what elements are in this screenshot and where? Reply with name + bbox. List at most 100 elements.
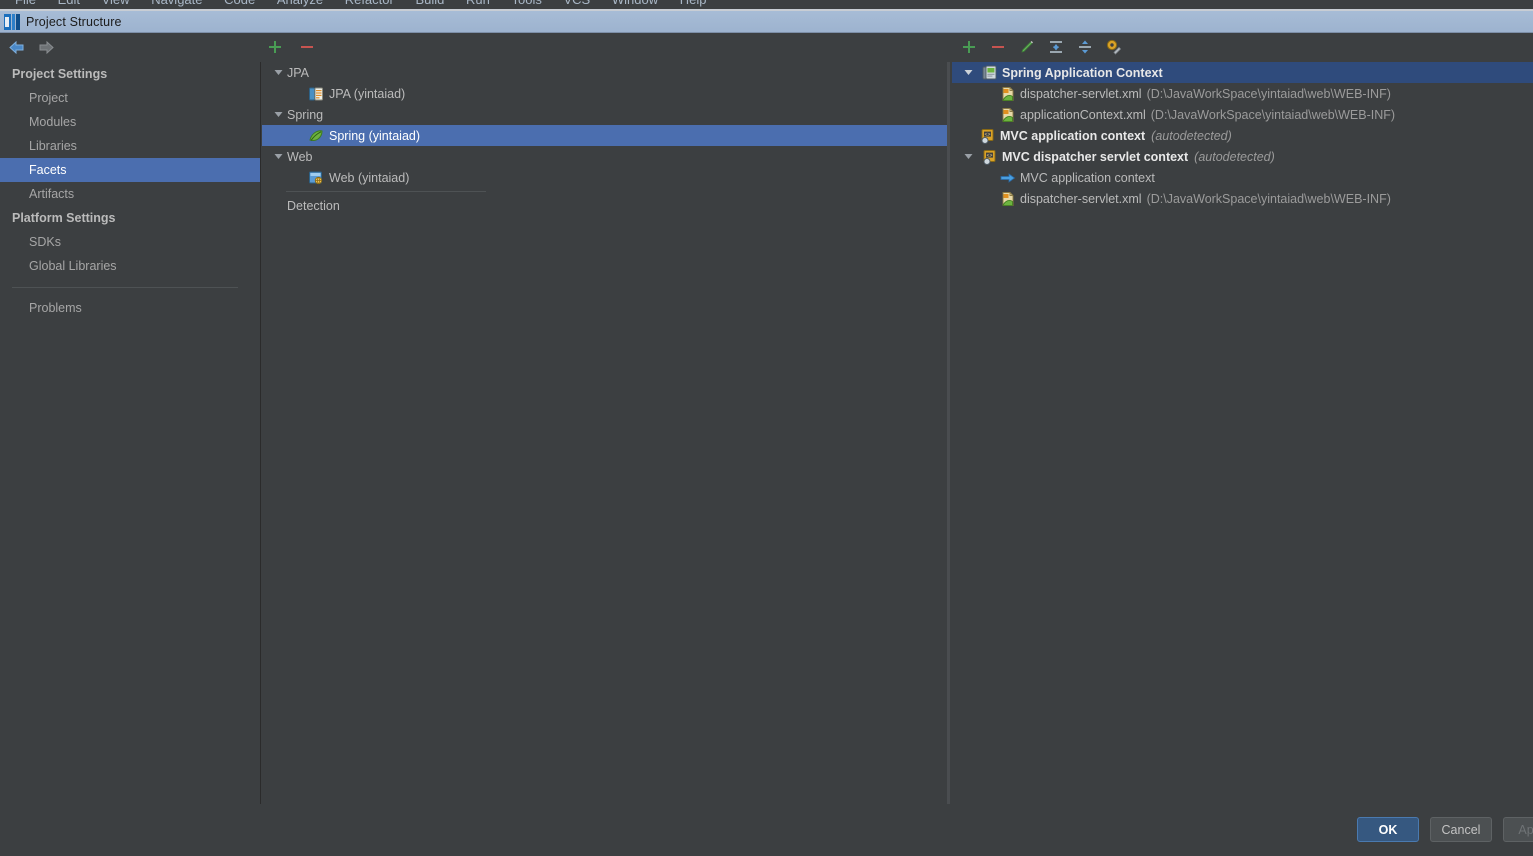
spring-xml-file-icon <box>1000 107 1016 123</box>
context-row-selected[interactable]: Spring Application Context <box>952 62 1533 83</box>
contexts-toolbar <box>959 37 1124 57</box>
context-name: MVC dispatcher servlet context <box>1002 149 1189 164</box>
toolbars-row <box>0 34 1533 62</box>
chevron-down-icon[interactable] <box>960 149 976 165</box>
sidebar-item-libraries[interactable]: Libraries <box>0 134 260 158</box>
facets-tree-divider <box>286 191 486 192</box>
facets-tree-panel: JPA JPA (yintaiad) Spring Spring (yintai… <box>262 62 949 804</box>
chevron-down-icon[interactable] <box>960 65 976 81</box>
sidebar-item-problems[interactable]: Problems <box>0 296 260 320</box>
cancel-button[interactable]: Cancel <box>1430 817 1492 842</box>
pencil-edit-icon[interactable] <box>1017 37 1037 57</box>
menu-view[interactable]: View <box>93 0 139 9</box>
menu-code[interactable]: Code <box>215 0 264 9</box>
sidebar-item-sdks[interactable]: SDKs <box>0 230 260 254</box>
context-name: dispatcher-servlet.xml <box>1020 191 1142 206</box>
sidebar-item-global-libraries[interactable]: Global Libraries <box>0 254 260 278</box>
sidebar-item-facets[interactable]: Facets <box>0 158 260 182</box>
apply-button[interactable]: Apply <box>1503 817 1533 842</box>
tree-row[interactable]: Web <box>262 146 948 167</box>
facet-group-label: Spring <box>287 107 324 122</box>
sidebar-item-modules[interactable]: Modules <box>0 110 260 134</box>
context-name: Spring Application Context <box>1002 65 1163 80</box>
facet-label: JPA (yintaiad) <box>329 86 406 101</box>
context-annotation: (autodetected) <box>1194 149 1275 164</box>
context-name: dispatcher-servlet.xml <box>1020 86 1142 101</box>
chevron-down-icon[interactable] <box>270 149 286 165</box>
menu-file[interactable]: File <box>6 0 45 9</box>
menu-vcs[interactable]: VCS <box>554 0 599 9</box>
menu-analyze[interactable]: Analyze <box>268 0 332 9</box>
settings-sidebar: Project Settings Project Modules Librari… <box>0 62 261 804</box>
spring-mvc-context-icon: <> <box>980 128 996 144</box>
project-structure-dialog: File Edit View Navigate Code Analyze Ref… <box>0 0 1533 856</box>
context-path: (D:\JavaWorkSpace\yintaiad\web\WEB-INF) <box>1150 107 1396 122</box>
sidebar-item-project[interactable]: Project <box>0 86 260 110</box>
blue-arrow-link-icon <box>1000 170 1016 186</box>
sidebar-item-artifacts[interactable]: Artifacts <box>0 182 260 206</box>
dialog-title: Project Structure <box>26 14 122 29</box>
sidebar-group-platform-settings: Platform Settings <box>12 211 116 225</box>
context-annotation: (autodetected) <box>1151 128 1232 143</box>
ide-menubar-items: File Edit View Navigate Code Analyze Ref… <box>0 0 715 9</box>
jpa-icon <box>308 86 324 102</box>
menu-tools[interactable]: Tools <box>503 0 551 9</box>
detection-label: Detection <box>287 198 340 213</box>
context-row[interactable]: dispatcher-servlet.xml (D:\JavaWorkSpace… <box>952 188 1533 209</box>
tree-row[interactable]: JPA (yintaiad) <box>262 83 948 104</box>
menu-help[interactable]: Help <box>671 0 716 9</box>
panel-splitter[interactable] <box>947 62 950 804</box>
context-name: applicationContext.xml <box>1020 107 1146 122</box>
menu-window[interactable]: Window <box>603 0 667 9</box>
ok-button[interactable]: OK <box>1357 817 1419 842</box>
context-row[interactable]: <> MVC dispatcher servlet context (autod… <box>952 146 1533 167</box>
spring-context-icon <box>982 65 998 81</box>
collapse-all-icon[interactable] <box>1046 37 1066 57</box>
arrow-left-icon[interactable] <box>6 37 26 57</box>
minus-icon[interactable] <box>297 37 317 57</box>
facet-label: Spring (yintaiad) <box>329 128 421 143</box>
menu-edit[interactable]: Edit <box>49 0 89 9</box>
context-row[interactable]: applicationContext.xml (D:\JavaWorkSpace… <box>952 104 1533 125</box>
facet-label: Web (yintaiad) <box>329 170 410 185</box>
expand-all-icon[interactable] <box>1075 37 1095 57</box>
sidebar-group-project-settings: Project Settings <box>12 67 108 81</box>
minus-icon[interactable] <box>988 37 1008 57</box>
spring-xml-file-icon <box>1000 86 1016 102</box>
chevron-down-icon[interactable] <box>270 107 286 123</box>
context-name: MVC application context <box>1020 170 1155 185</box>
menu-run[interactable]: Run <box>457 0 499 9</box>
menu-navigate[interactable]: Navigate <box>142 0 211 9</box>
spring-xml-file-icon <box>1000 191 1016 207</box>
arrow-right-icon[interactable] <box>36 37 56 57</box>
web-globe-icon <box>308 170 324 186</box>
tree-row-selected[interactable]: Spring (yintaiad) <box>262 125 948 146</box>
context-row[interactable]: MVC application context <box>952 167 1533 188</box>
tree-row[interactable]: Spring <box>262 104 948 125</box>
context-path: (D:\JavaWorkSpace\yintaiad\web\WEB-INF) <box>1146 86 1391 101</box>
dialog-button-bar: OK Cancel Apply <box>0 804 1533 856</box>
menu-build[interactable]: Build <box>406 0 453 9</box>
spring-leaf-icon <box>308 128 324 144</box>
sidebar-navigation-toolbar <box>6 37 56 57</box>
plus-icon[interactable] <box>959 37 979 57</box>
dialog-titlebar: Project Structure <box>0 11 1533 33</box>
sidebar-divider <box>12 287 238 288</box>
spring-contexts-panel: Spring Application Context dispatcher-se… <box>952 62 1533 804</box>
intellij-idea-logo-icon <box>4 13 20 30</box>
plus-icon[interactable] <box>265 37 285 57</box>
ide-menubar[interactable]: File Edit View Navigate Code Analyze Ref… <box>0 0 1533 9</box>
facet-group-label: JPA <box>287 65 309 80</box>
menu-refactor[interactable]: Refactor <box>336 0 403 9</box>
tree-row[interactable]: Detection <box>262 195 948 216</box>
context-name: MVC application context <box>1000 128 1146 143</box>
chevron-down-icon[interactable] <box>270 65 286 81</box>
tree-row[interactable]: JPA <box>262 62 948 83</box>
gear-wrench-settings-icon[interactable] <box>1104 37 1124 57</box>
context-row[interactable]: <> MVC application context (autodetected… <box>952 125 1533 146</box>
facets-toolbar <box>265 37 317 57</box>
context-row[interactable]: dispatcher-servlet.xml (D:\JavaWorkSpace… <box>952 83 1533 104</box>
tree-row[interactable]: Web (yintaiad) <box>262 167 948 188</box>
spring-mvc-context-icon: <> <box>982 149 998 165</box>
facet-group-label: Web <box>287 149 313 164</box>
